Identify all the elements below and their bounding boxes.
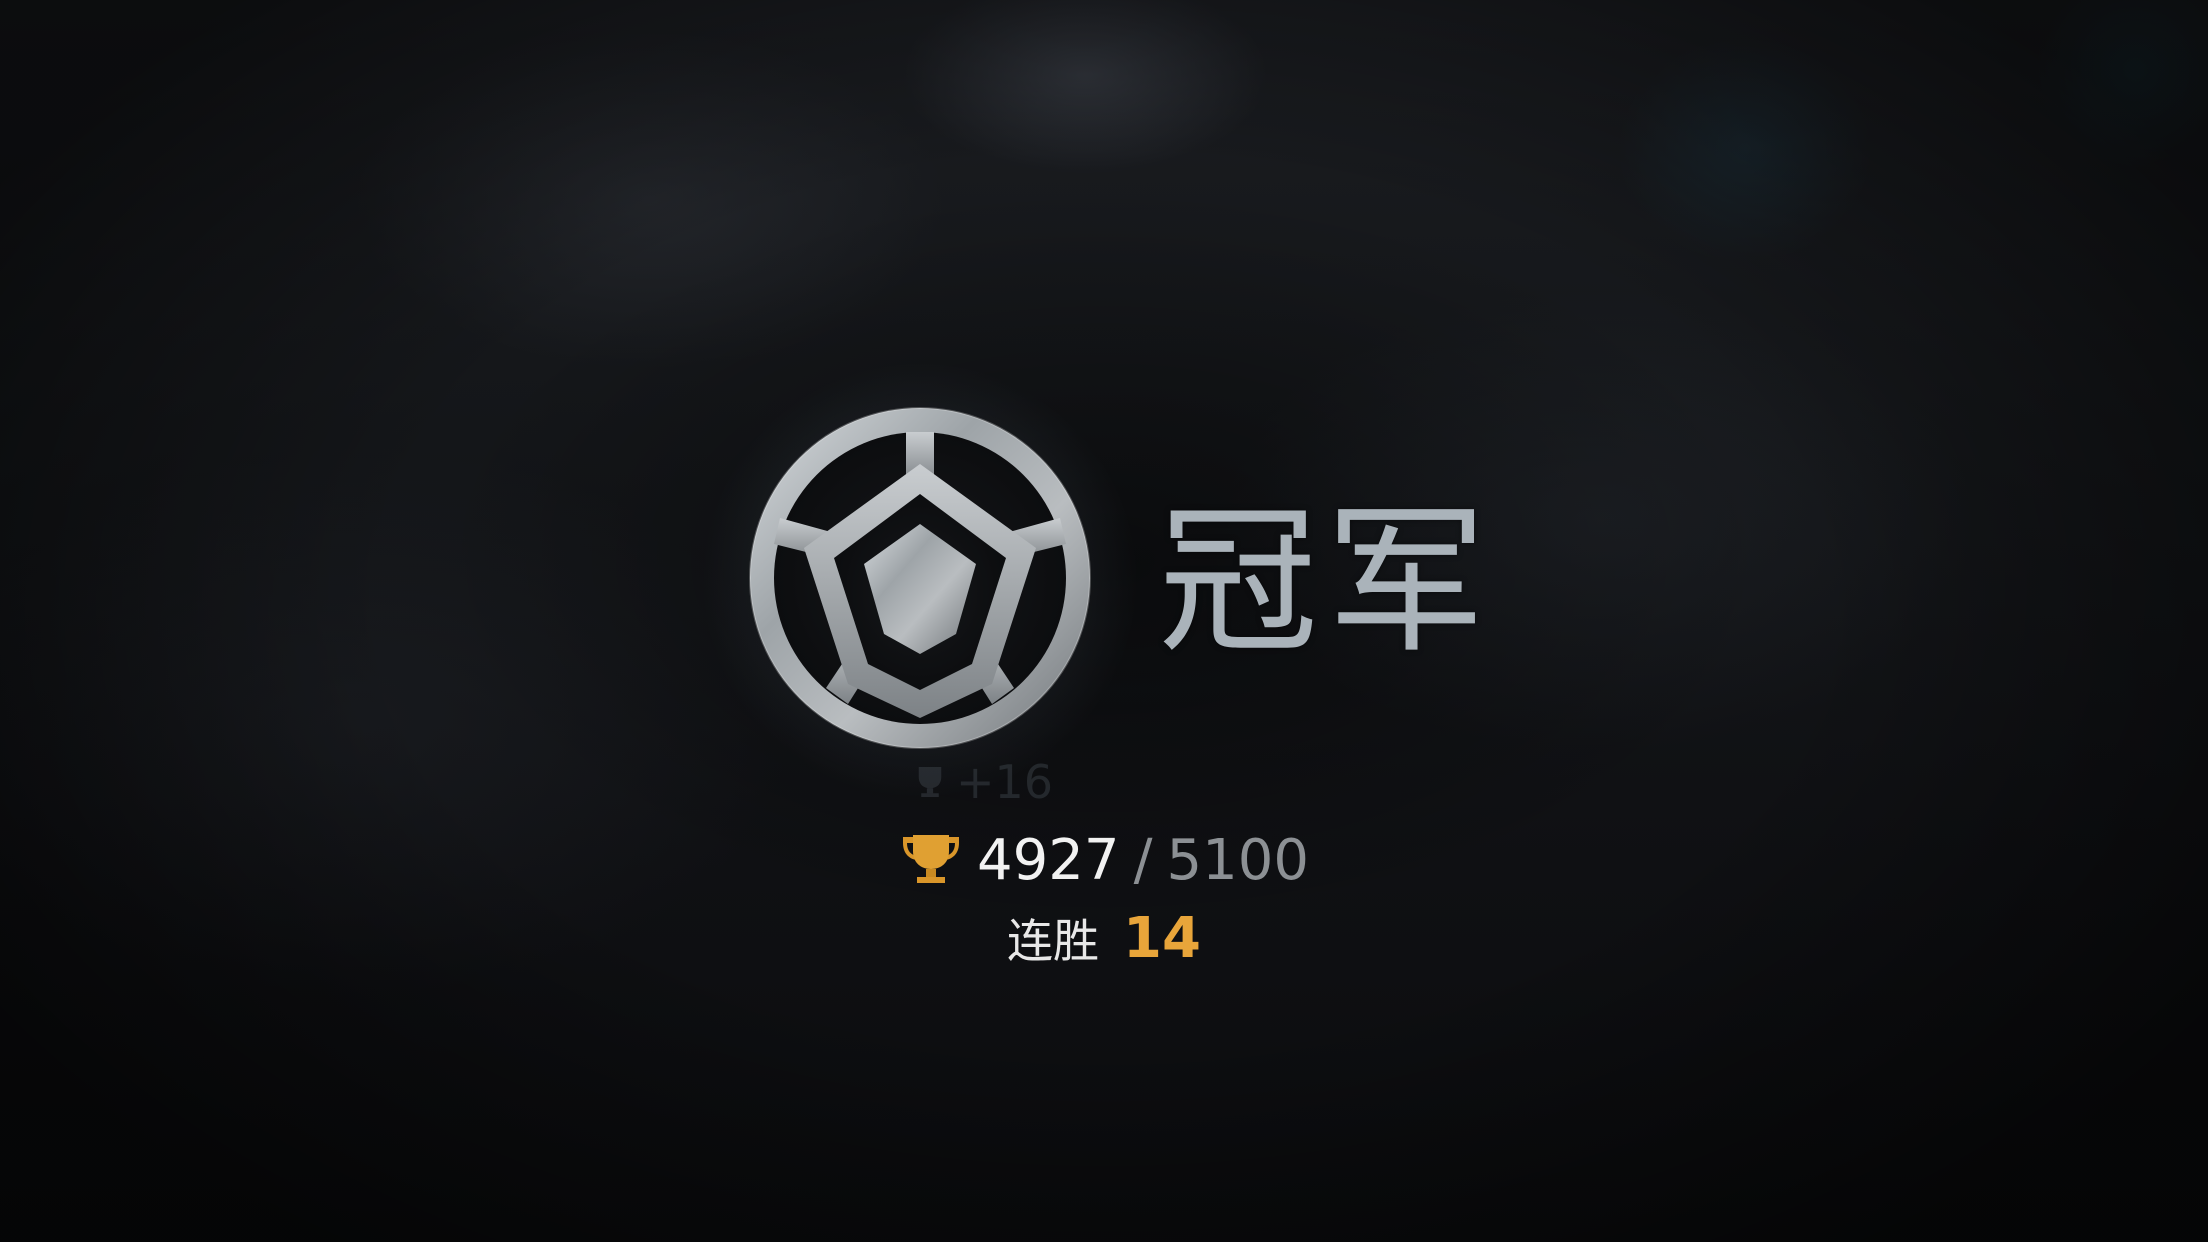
win-streak-value: 14 — [1123, 906, 1201, 971]
trophy-gain-indicator: +16 — [910, 752, 1053, 812]
target-trophies: 5100 — [1166, 828, 1309, 893]
trophy-icon — [903, 835, 960, 883]
trophy-gain-text: +16 — [956, 755, 1054, 809]
champion-rank-emblem-icon — [749, 407, 1091, 749]
win-streak-label: 连胜 — [1007, 914, 1100, 968]
trophy-score-row: 4927/5100 — [0, 826, 2208, 896]
rank-title: 冠军 — [1158, 488, 1495, 675]
current-trophies: 4927 — [977, 828, 1120, 893]
win-streak-row: 连胜 14 — [0, 904, 2208, 974]
faded-trophy-icon — [918, 767, 942, 797]
score-separator: / — [1133, 828, 1153, 893]
